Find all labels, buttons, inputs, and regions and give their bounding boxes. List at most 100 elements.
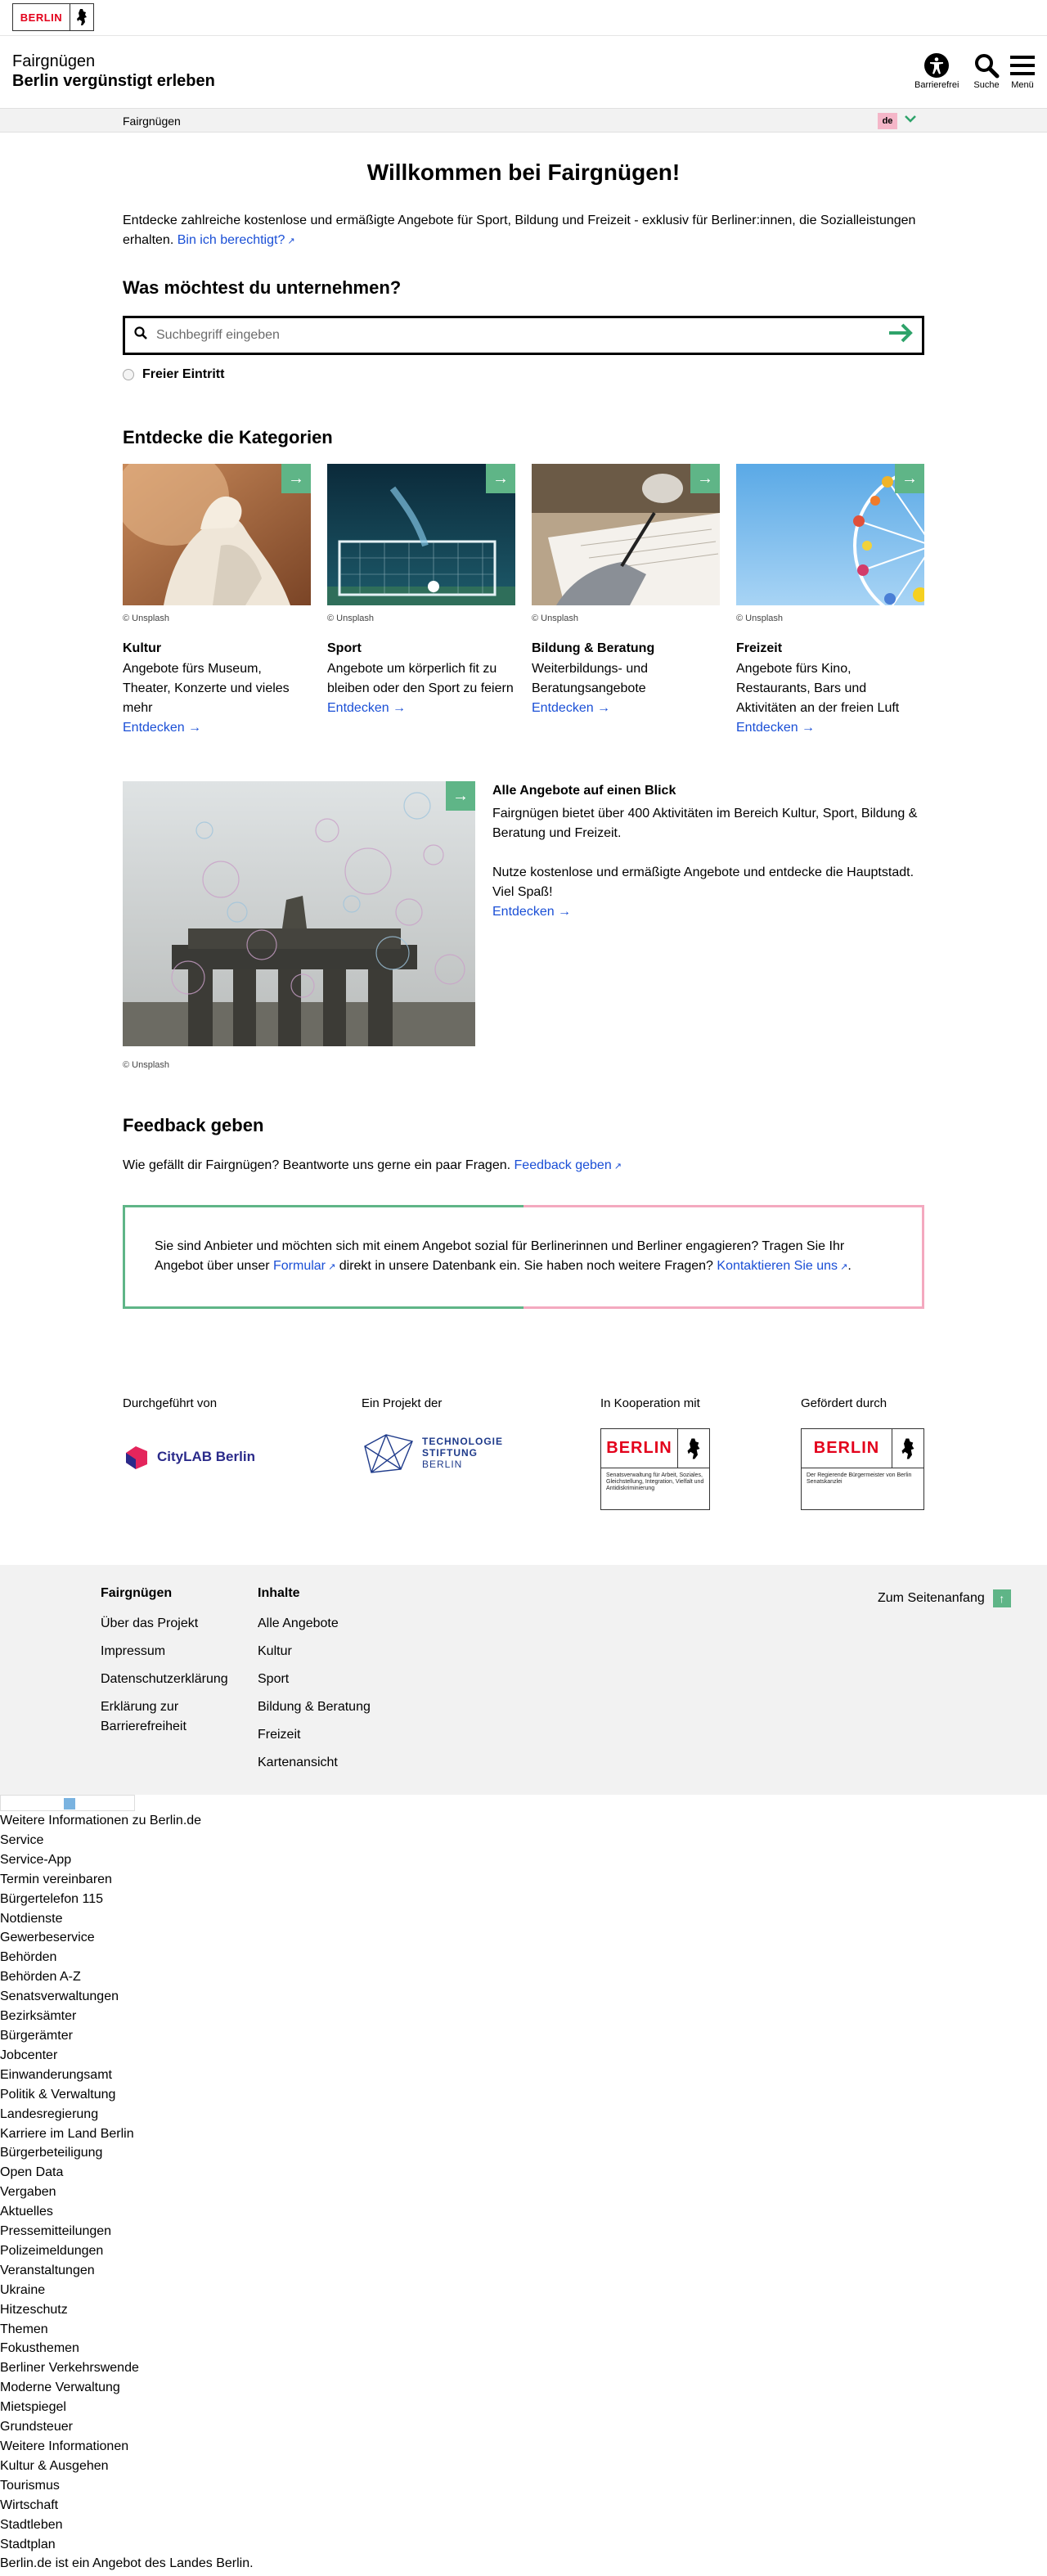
berlin-footer-link[interactable]: Grundsteuer: [0, 2417, 254, 2437]
category-description: Weiterbildungs- und Beratungsangebote: [532, 662, 649, 695]
search-input[interactable]: [156, 324, 876, 347]
footer-link[interactable]: Kartenansicht: [258, 1753, 371, 1773]
berlin-footer-link[interactable]: Fokusthemen: [0, 2339, 254, 2358]
bildung-image[interactable]: →: [532, 464, 720, 605]
footer-link[interactable]: Sport: [258, 1670, 371, 1689]
berlin-footer-link[interactable]: Politik & Verwaltung: [0, 2085, 254, 2105]
berlin-footer-link[interactable]: Hitzeschutz: [0, 2300, 254, 2320]
berlin-footer-link[interactable]: Karriere im Land Berlin: [0, 2124, 254, 2144]
footer-link[interactable]: Datenschutzerklärung: [101, 1670, 240, 1689]
berlin-footer-link[interactable]: Service: [0, 1831, 254, 1850]
footer-link[interactable]: Über das Projekt: [101, 1614, 240, 1634]
berlin-footer-link[interactable]: Open Data: [0, 2163, 254, 2183]
category-link[interactable]: Entdecken: [123, 721, 201, 735]
sport-image[interactable]: →: [327, 464, 515, 605]
feedback-text: Wie gefällt dir Fairgnügen? Beantworte u…: [123, 1156, 924, 1176]
search-submit-arrow-icon[interactable]: [886, 321, 915, 349]
berlin-footer-link[interactable]: Stadtplan: [0, 2535, 254, 2555]
berlin-footer-link[interactable]: Ukraine: [0, 2281, 254, 2300]
berlin-footer-link[interactable]: Weitere Informationen zu Berlin.de: [0, 1811, 254, 1831]
menu-button[interactable]: Menü: [1008, 51, 1037, 90]
category-title[interactable]: Freizeit: [736, 641, 924, 656]
category-card-sport[interactable]: → © Unsplash Sport Angebote um körperlic…: [327, 464, 515, 738]
category-title[interactable]: Bildung & Beratung: [532, 641, 720, 656]
berlin-footer-link[interactable]: Vergaben: [0, 2183, 254, 2202]
berlin-footer-link[interactable]: Senatsverwaltungen: [0, 1987, 254, 2007]
berlin-footer-link[interactable]: Termin vereinbaren: [0, 1870, 254, 1890]
free-entry-checkbox[interactable]: [123, 369, 134, 380]
berlin-footer-link[interactable]: Bürgerbeteiligung: [0, 2143, 254, 2163]
berlin-footer-link[interactable]: Einwanderungsamt: [0, 2066, 254, 2085]
footer-column-title: Fairgnügen: [101, 1586, 173, 1600]
berlin-footer-link[interactable]: Themen: [0, 2320, 254, 2340]
berlin-footer-link[interactable]: Tourismus: [0, 2476, 254, 2496]
category-link[interactable]: Entdecken: [327, 701, 406, 715]
berlin-footer-link[interactable]: Berliner Verkehrswende: [0, 2358, 254, 2378]
senatsverwaltung-logo[interactable]: BERLIN Senatsverwaltung für Arbeit, Sozi…: [600, 1428, 710, 1510]
freizeit-image[interactable]: →: [736, 464, 924, 605]
berlin-bear-icon: [678, 1429, 709, 1468]
footer-link[interactable]: Kultur: [258, 1642, 371, 1661]
berlin-footer-link[interactable]: Service-App: [0, 1850, 254, 1870]
berlin-footer-link[interactable]: Mietspiegel: [0, 2398, 254, 2417]
category-card-freizeit[interactable]: → © Unsplash Freizeit Angebote fürs Kino…: [736, 464, 924, 738]
berlin-footer-link[interactable]: Polizeimeldungen: [0, 2241, 254, 2261]
feedback-link[interactable]: Feedback geben: [515, 1158, 622, 1172]
overview-image[interactable]: →: [123, 781, 475, 1046]
category-title[interactable]: Kultur: [123, 641, 311, 656]
footer-link[interactable]: Bildung & Beratung: [258, 1697, 371, 1717]
berlin-footer-link[interactable]: Behörden: [0, 1948, 254, 1967]
berlin-footer-link[interactable]: Pressemitteilungen: [0, 2222, 254, 2241]
berlin-footer-link[interactable]: Notdienste: [0, 1909, 254, 1929]
footer-link[interactable]: Freizeit: [258, 1725, 371, 1745]
accessibility-icon: [922, 51, 951, 80]
footer-link[interactable]: Erklärung zur Barrierefreiheit: [101, 1697, 215, 1737]
chevron-down-icon[interactable]: [903, 111, 918, 130]
tsb-network-icon: [364, 1434, 413, 1473]
berlin-footer-link[interactable]: Jobcenter: [0, 2046, 254, 2066]
citylab-logo[interactable]: CityLAB Berlin: [123, 1443, 255, 1471]
search-button[interactable]: Suche: [972, 51, 1001, 90]
provider-form-link[interactable]: Formular: [273, 1259, 335, 1273]
senatskanzlei-logo[interactable]: BERLIN Der Regierende Bürgermeister von …: [801, 1428, 924, 1510]
category-title[interactable]: Sport: [327, 641, 515, 656]
partner-senatskanzlei: Gefördert durch BERLIN Der Regierende Bü…: [801, 1396, 924, 1510]
kultur-image[interactable]: →: [123, 464, 311, 605]
contact-link[interactable]: Kontaktieren Sie uns: [717, 1259, 847, 1273]
berlin-footer-link[interactable]: Veranstaltungen: [0, 2261, 254, 2281]
footer-link[interactable]: Impressum: [101, 1642, 240, 1661]
image-credit: © Unsplash: [123, 614, 170, 623]
site-title[interactable]: Fairgnügen: [12, 52, 95, 71]
berlin-footer-link[interactable]: Moderne Verwaltung: [0, 2378, 254, 2398]
back-to-top-button[interactable]: Zum Seitenanfang ↑: [878, 1589, 1011, 1607]
free-entry-filter[interactable]: Freier Eintritt: [123, 367, 224, 382]
tsb-logo[interactable]: TECHNOLOGIE STIFTUNG BERLIN: [362, 1430, 503, 1476]
berlin-footer-link[interactable]: Gewerbeservice: [0, 1928, 254, 1948]
language-selector[interactable]: de: [878, 113, 897, 129]
partner-technologiestiftung: Ein Projekt der TECHNOLOGIE STIFTUNG BER…: [362, 1396, 503, 1476]
berlin-footer-link[interactable]: Bezirksämter: [0, 2007, 254, 2026]
berlin-footer-link[interactable]: Kultur & Ausgehen: [0, 2457, 254, 2476]
footer-link[interactable]: Alle Angebote: [258, 1614, 371, 1634]
breadcrumb[interactable]: Fairgnügen: [123, 115, 181, 128]
berlin-footer-link[interactable]: Bürgertelefon 115: [0, 1890, 254, 1909]
berlin-footer-link[interactable]: Stadtleben: [0, 2515, 254, 2535]
berlin-de-logo[interactable]: BERLIN: [12, 3, 94, 31]
category-card-bildung[interactable]: → © Unsplash Bildung & Beratung Weiterbi…: [532, 464, 720, 738]
site-subtitle[interactable]: Berlin vergünstigt erleben: [12, 72, 215, 91]
eligibility-link[interactable]: Bin ich berechtigt?: [177, 233, 295, 247]
berlin-footer-link[interactable]: Wirtschaft: [0, 2496, 254, 2515]
berlin-footer-link[interactable]: Landesregierung: [0, 2105, 254, 2124]
category-link[interactable]: Entdecken: [532, 701, 610, 715]
overview-section: Alle Angebote auf einen Blick Fairgnügen…: [492, 781, 924, 922]
berlin-footer-link[interactable]: Bürgerämter: [0, 2026, 254, 2046]
accessibility-button[interactable]: Barrierefrei: [914, 51, 959, 90]
partner-label: In Kooperation mit: [600, 1396, 700, 1410]
category-card-kultur[interactable]: → © Unsplash Kultur Angebote fürs Museum…: [123, 464, 311, 738]
berlin-footer-link[interactable]: Aktuelles: [0, 2202, 254, 2222]
category-link[interactable]: Entdecken: [736, 721, 815, 735]
site-footer: Fairgnügen Über das Projekt Impressum Da…: [0, 1565, 1047, 1795]
overview-link[interactable]: Entdecken: [492, 905, 571, 919]
berlin-footer-link[interactable]: Behörden A-Z: [0, 1967, 254, 1987]
berlin-footer-link[interactable]: Weitere Informationen: [0, 2437, 254, 2457]
